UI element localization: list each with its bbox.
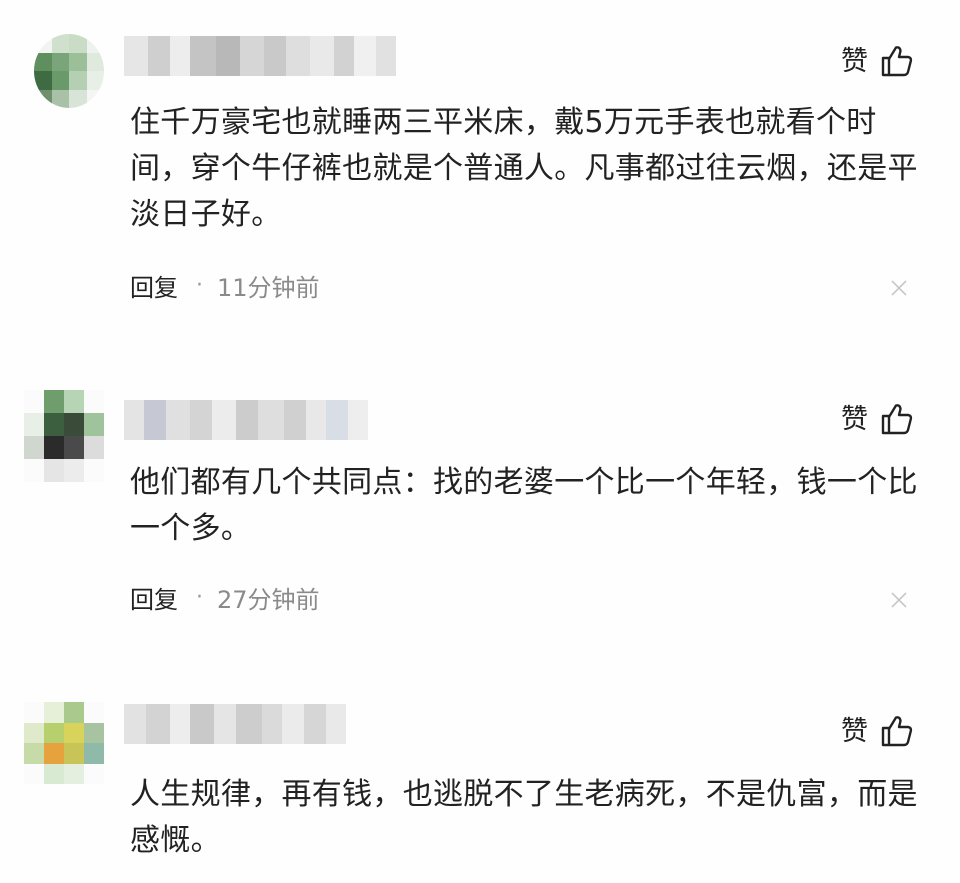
like-label: 赞 — [841, 403, 868, 435]
meta-separator: · — [196, 273, 203, 298]
like-label: 赞 — [841, 715, 868, 747]
thumbs-up-icon — [881, 46, 913, 77]
reply-button[interactable]: 回复 — [130, 580, 178, 615]
reply-button[interactable]: 回复 — [130, 268, 178, 303]
thumbs-up-icon — [881, 404, 913, 435]
close-icon[interactable] — [890, 279, 908, 297]
comment-text: 他们都有几个共同点：找的老婆一个比一个年轻，钱一个比一个多。 — [130, 465, 918, 546]
comment-timestamp: 11分钟前 — [217, 274, 320, 302]
comment-timestamp: 27分钟前 — [217, 586, 320, 614]
username-blurred[interactable] — [124, 36, 396, 76]
avatar[interactable] — [24, 702, 104, 784]
like-label: 赞 — [841, 45, 868, 77]
like-button[interactable]: 赞 — [841, 44, 914, 78]
comment-text: 人生规律，再有钱，也逃脱不了生老病死，不是仇富，而是感慨。 — [130, 777, 918, 858]
username-blurred[interactable] — [124, 400, 368, 440]
meta-separator: · — [196, 585, 203, 610]
comment-list: 赞 住千万豪宅也就睡两三平米床，戴5万元手表也就看个时间，穿个牛仔裤也就是个普通… — [0, 0, 960, 883]
username-blurred[interactable] — [124, 704, 346, 744]
comment-meta: 回复 · 27分钟前 — [130, 580, 320, 615]
comment-meta: 回复 · 11分钟前 — [130, 268, 320, 303]
thumbs-up-icon — [881, 716, 913, 747]
like-button[interactable]: 赞 — [841, 714, 914, 748]
avatar[interactable] — [34, 34, 104, 108]
close-icon[interactable] — [890, 591, 908, 609]
like-button[interactable]: 赞 — [841, 402, 914, 436]
avatar[interactable] — [24, 390, 104, 482]
comment-text: 住千万豪宅也就睡两三平米床，戴5万元手表也就看个时间，穿个牛仔裤也就是个普通人。… — [130, 105, 918, 232]
